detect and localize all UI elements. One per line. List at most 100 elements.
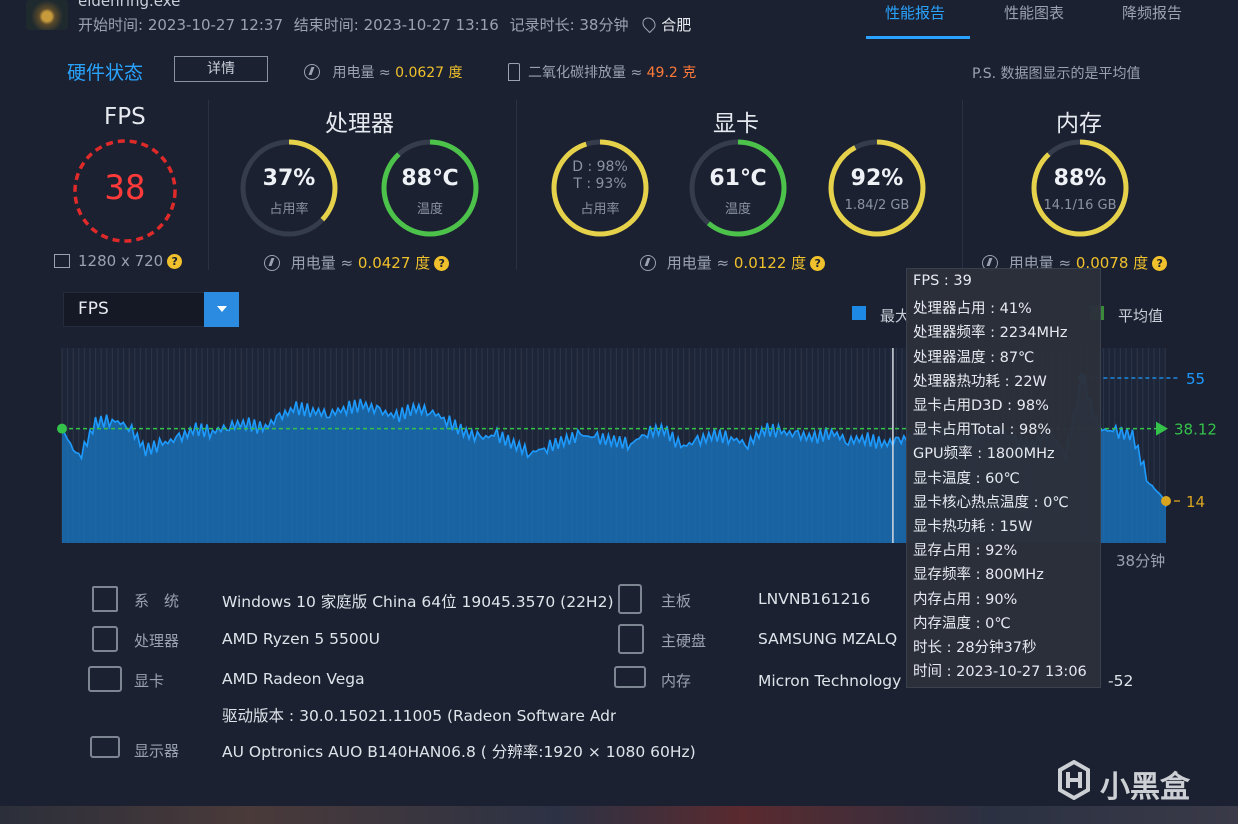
min-point <box>1161 496 1171 506</box>
help-icon[interactable]: ? <box>167 254 183 269</box>
tooltip-line: GPU频率 : 1800MHz <box>913 446 1055 463</box>
help-icon[interactable]: ? <box>1152 256 1168 271</box>
tooltip-line: FPS : 39 <box>913 273 972 289</box>
windows-icon <box>92 586 118 612</box>
tooltip-line: 显卡占用D3D : 98% <box>913 398 1049 414</box>
tab-throttle-report[interactable]: 降频报告 <box>1122 2 1182 23</box>
memory-stick-icon <box>614 666 646 688</box>
gpu-t-usage: T : 93% <box>573 176 627 192</box>
ps-note: P.S. 数据图显示的是平均值 <box>972 66 1141 82</box>
detail-button[interactable]: 详情 <box>174 56 268 82</box>
gpu-usage-label: 占用率 <box>580 202 620 217</box>
gpu-card-icon <box>88 666 122 692</box>
fps-title: FPS <box>104 104 146 130</box>
total-power-value: 0.0627 度 <box>395 65 463 81</box>
motherboard-icon <box>618 584 642 614</box>
tooltip-line: 处理器热功耗 : 22W <box>913 373 1047 390</box>
tab-performance-report[interactable]: 性能报告 <box>885 2 945 23</box>
gpu-vram-value: 92% <box>850 166 904 191</box>
gpu-value: AMD Radeon Vega <box>222 670 365 688</box>
watermark-logo-icon <box>1058 760 1090 800</box>
cpu-power: 用电量 ≈ 0.0427 度? <box>264 252 450 273</box>
display-value: AU Optronics AUO B140HAN06.8 ( 分辨率:1920 … <box>222 743 696 761</box>
help-icon[interactable]: ? <box>810 256 826 271</box>
fps-value: 38 <box>104 168 146 208</box>
start-time: 开始时间: 2023-10-27 12:37 <box>78 16 283 34</box>
tooltip-line: 处理器频率 : 2234MHz <box>913 325 1068 342</box>
co2-emission: 二氧化碳排放量 ≈ 49.2 克 <box>508 62 696 82</box>
metric-select-value: FPS <box>78 299 109 319</box>
avg-start-point <box>57 423 67 434</box>
min-label: 14 <box>1186 493 1205 511</box>
cpu-label: 处理器 <box>134 632 180 650</box>
board-value: LNVNB161216 <box>758 590 871 608</box>
tooltip-line: 显存频率 : 800MHz <box>913 567 1044 584</box>
co2-value: 49.2 克 <box>646 65 697 81</box>
cpu-usage-value: 37% <box>262 166 316 191</box>
power-icon <box>640 255 656 271</box>
tooltip-line: 内存占用 : 90% <box>913 591 1018 608</box>
legend-avg-label: 平均值 <box>1118 307 1164 325</box>
cpu-temp-label: 温度 <box>416 202 443 217</box>
duration: 记录时长: 38分钟 <box>509 16 629 34</box>
gpu-temp-value: 61℃ <box>709 166 767 191</box>
background-strip <box>0 806 1238 824</box>
gpu-power: 用电量 ≈ 0.0122 度? <box>640 252 826 273</box>
time-info: 开始时间: 2023-10-27 12:37 结束时间: 2023-10-27 … <box>78 14 697 35</box>
os-value: Windows 10 家庭版 China 64位 19045.3570 (22H… <box>222 593 614 611</box>
display-label: 显示器 <box>134 742 180 760</box>
end-time: 结束时间: 2023-10-27 13:16 <box>293 16 499 34</box>
tooltip-line: 显卡温度 : 60℃ <box>913 470 1020 487</box>
section-divider <box>516 100 517 270</box>
memory-label: 内存 <box>661 672 692 690</box>
tab-performance-chart[interactable]: 性能图表 <box>1004 2 1064 23</box>
tooltip-line: 显存占用 : 92% <box>913 543 1018 560</box>
section-divider <box>208 100 209 270</box>
screen-icon <box>54 254 70 268</box>
exe-name: eldenring.exe <box>78 0 181 10</box>
tooltip-line: 显卡核心热点温度 : 0℃ <box>913 494 1069 511</box>
memory-usage-label: 14.1/16 GB <box>1043 198 1117 213</box>
cpu-power-value: 0.0427 度 <box>357 254 431 272</box>
tooltip-line: 时长 : 28分钟37秒 <box>913 640 1037 656</box>
resolution-value: 1280 x 720 <box>78 252 164 270</box>
chevron-down-icon[interactable] <box>204 292 239 327</box>
memory-value-tail: -52 <box>1108 672 1134 690</box>
memory-title: 内存 <box>1056 111 1102 137</box>
memory-usage-value: 88% <box>1053 166 1107 191</box>
cpu-chip-icon <box>92 626 118 652</box>
watermark-text: 小黑盒 <box>1100 770 1190 805</box>
os-label: 系 统 <box>134 592 180 610</box>
gpu-temp-label: 温度 <box>724 202 751 217</box>
help-icon[interactable]: ? <box>434 256 450 271</box>
legend-max-swatch <box>852 306 866 320</box>
memory-value: Micron Technology <box>758 672 902 690</box>
tooltip-line: 内存温度 : 0℃ <box>913 615 1011 632</box>
app-icon <box>26 0 68 30</box>
cpu-power-label: 用电量 ≈ <box>290 254 358 272</box>
max-label: 55 <box>1186 370 1205 388</box>
time-axis-end: 38分钟 <box>1116 552 1166 570</box>
tooltip-line: 显卡占用Total : 98% <box>913 422 1052 439</box>
tooltip-line: 时间 : 2023-10-27 13:06 <box>913 664 1087 681</box>
tooltip-line: 显卡热功耗 : 15W <box>913 519 1033 535</box>
avg-label: 38.12 <box>1174 421 1217 439</box>
disk-icon <box>618 624 644 654</box>
co2-label: 二氧化碳排放量 ≈ <box>528 65 647 81</box>
city: 合肥 <box>661 16 692 34</box>
tab-underline <box>866 36 970 39</box>
cpu-temp-value: 88℃ <box>401 166 459 191</box>
cpu-value: AMD Ryzen 5 5500U <box>222 630 380 648</box>
hardware-status-title: 硬件状态 <box>67 62 144 84</box>
cpu-usage-label: 占用率 <box>269 202 309 217</box>
total-power: 用电量 ≈ 0.0627 度 <box>304 62 463 82</box>
tooltip-line: 处理器占用 : 41% <box>913 301 1032 318</box>
total-power-label: 用电量 ≈ <box>332 65 396 81</box>
gpu-title: 显卡 <box>713 111 759 137</box>
gpu-d-usage: D : 98% <box>572 159 628 175</box>
disk-label: 主硬盘 <box>661 632 707 650</box>
power-icon <box>264 255 280 271</box>
monitor-icon <box>90 736 120 758</box>
resolution-info: 1280 x 720? <box>54 252 183 270</box>
board-label: 主板 <box>661 592 692 610</box>
